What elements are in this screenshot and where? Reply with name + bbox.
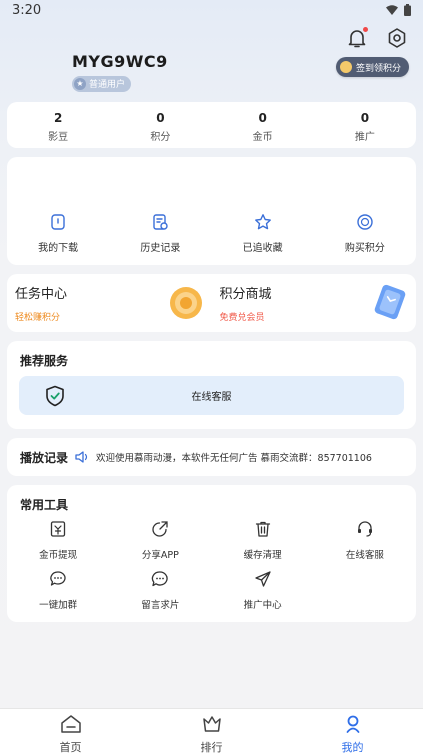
quick-label: 历史记录 [140, 243, 181, 254]
quick-buy-points[interactable]: 购买积分 [314, 213, 416, 255]
send-icon [254, 571, 271, 587]
signin-label: 签到领积分 [355, 63, 401, 74]
tool-promotion-center[interactable]: 推广中心 [212, 570, 314, 620]
tools-title: 常用工具 [20, 498, 69, 512]
online-service-button[interactable]: 在线客服 [19, 376, 404, 415]
tab-label: 我的 [341, 741, 364, 753]
tool-withdraw[interactable]: 金币提现 [7, 520, 109, 570]
stat-value: 0 [156, 111, 165, 125]
gear-icon [388, 28, 406, 48]
notification-dot [363, 27, 368, 32]
tool-label: 推广中心 [243, 600, 282, 611]
withdraw-icon [50, 521, 66, 537]
tool-label: 留言求片 [141, 600, 180, 611]
chat-group-icon [50, 571, 66, 586]
user-level-badge: ★ 普通用户 [72, 75, 132, 92]
tab-home[interactable]: 首页 [0, 709, 141, 753]
tab-label: 排行 [200, 741, 223, 753]
status-icons [386, 4, 411, 16]
tool-label: 在线客服 [345, 550, 384, 561]
tool-clear-cache[interactable]: 缓存清理 [212, 520, 314, 570]
tool-label: 一键加群 [39, 600, 78, 611]
quick-downloads[interactable]: 我的下载 [7, 213, 109, 255]
tab-label: 首页 [59, 741, 82, 753]
coin-icon [339, 61, 352, 73]
bottom-tab-bar: 首页 排行 我的 [0, 708, 423, 753]
signin-button[interactable]: 签到领积分 [335, 57, 409, 77]
stats-card: 2 影豆 0 积分 0 金币 0 推广 [7, 102, 416, 148]
wifi-icon [386, 5, 398, 15]
status-bar: 3:20 [0, 0, 423, 22]
stat-points[interactable]: 0 积分 [109, 102, 211, 148]
stat-label: 推广 [354, 132, 375, 143]
stat-value: 2 [53, 111, 63, 125]
star-badge-icon: ★ [74, 77, 86, 90]
settings-button[interactable] [385, 26, 409, 50]
online-service-label: 在线客服 [191, 392, 232, 403]
coin-icon [357, 214, 373, 230]
ranking-icon [202, 716, 221, 732]
stat-gold[interactable]: 0 金币 [212, 102, 314, 148]
coins-illustration-icon [169, 287, 202, 319]
tab-mine[interactable]: 我的 [282, 709, 423, 753]
profile-info[interactable]: MYG9WC9 ★ 普通用户 [72, 52, 168, 92]
stat-label: 影豆 [48, 132, 69, 143]
tool-label: 缓存清理 [243, 550, 282, 561]
trash-icon [255, 521, 270, 537]
tool-label: 金币提现 [39, 550, 78, 561]
headset-icon [357, 521, 372, 537]
recommend-card: 推荐服务 在线客服 [7, 341, 416, 429]
points-mall[interactable]: 积分商城 免费兑会员 [212, 274, 417, 332]
quick-history[interactable]: 历史记录 [109, 213, 211, 255]
stat-beans[interactable]: 2 影豆 [7, 102, 109, 148]
card-illustration-icon [374, 284, 406, 320]
status-time: 3:20 [12, 3, 42, 18]
star-icon [254, 214, 271, 230]
stat-label: 金币 [252, 132, 273, 143]
battery-icon [404, 4, 411, 16]
recommend-title: 推荐服务 [20, 354, 69, 368]
notice-text: 欢迎使用慕雨动漫，本软件无任何广告 慕雨交流群：857701106 [96, 453, 372, 464]
history-card: 播放记录 欢迎使用慕雨动漫，本软件无任何广告 慕雨交流群：857701106 [7, 438, 416, 476]
history-icon [153, 214, 169, 230]
notification-button[interactable] [345, 26, 369, 50]
stat-value: 0 [360, 111, 370, 125]
tool-empty-slot [314, 570, 416, 620]
stat-promotion[interactable]: 0 推广 [314, 102, 416, 148]
message-icon [152, 571, 169, 587]
quick-label: 购买积分 [344, 243, 385, 254]
download-icon [51, 214, 65, 230]
user-level-label: 普通用户 [89, 80, 126, 90]
share-icon [152, 521, 169, 537]
tool-join-group[interactable]: 一键加群 [7, 570, 109, 620]
quick-label: 我的下载 [38, 243, 79, 254]
speaker-icon [75, 451, 88, 463]
tool-share-app[interactable]: 分享APP [109, 520, 211, 570]
top-actions [345, 26, 409, 50]
quick-favorites[interactable]: 已追收藏 [212, 213, 314, 255]
stat-label: 积分 [150, 132, 171, 143]
quick-actions-card: 我的下载 历史记录 已追收藏 购买积分 [7, 157, 416, 265]
tool-label: 分享APP [141, 550, 179, 561]
task-center[interactable]: 任务中心 轻松赚积分 [7, 274, 212, 332]
quick-label: 已追收藏 [242, 243, 283, 254]
user-icon [346, 715, 359, 733]
history-title[interactable]: 播放记录 [20, 449, 68, 466]
tab-ranking[interactable]: 排行 [141, 709, 282, 753]
home-icon [60, 715, 81, 733]
tool-request-movie[interactable]: 留言求片 [109, 570, 211, 620]
promo-card: 任务中心 轻松赚积分 积分商城 免费兑会员 [7, 274, 416, 332]
username: MYG9WC9 [72, 52, 168, 71]
tools-card: 常用工具 金币提现 分享APP 缓存清理 在线客服 一键加群 留言求片 推广中心 [7, 485, 416, 622]
tool-online-service[interactable]: 在线客服 [314, 520, 416, 570]
stat-value: 0 [258, 111, 267, 125]
